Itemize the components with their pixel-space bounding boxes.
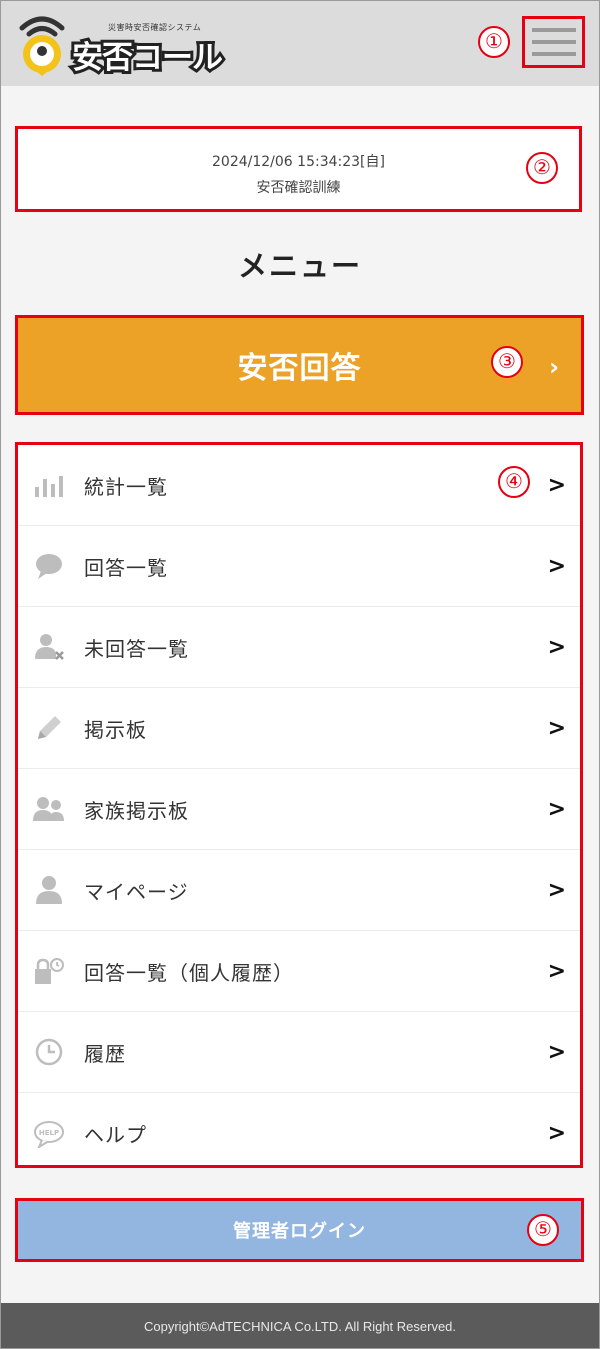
menu-item-help[interactable]: HELP ヘルプ > bbox=[18, 1093, 580, 1174]
speech-bubble-icon bbox=[33, 550, 65, 582]
clock-icon bbox=[33, 1036, 65, 1068]
user-cross-icon bbox=[33, 631, 65, 663]
menu-item-label: マイページ bbox=[84, 879, 189, 904]
menu-item-unanswered[interactable]: 未回答一覧 > bbox=[18, 607, 580, 688]
menu-item-label: 回答一覧 bbox=[84, 555, 168, 580]
callout-4: ④ bbox=[498, 466, 530, 498]
menu-item-mypage[interactable]: マイページ > bbox=[18, 850, 580, 931]
user-icon bbox=[33, 874, 65, 906]
menu-item-label: ヘルプ bbox=[84, 1123, 147, 1147]
menu-item-label: 掲示板 bbox=[84, 717, 147, 742]
menu-item-bulletin-board[interactable]: 掲示板 > bbox=[18, 688, 580, 769]
menu-item-label: 回答一覧（個人履歴） bbox=[84, 960, 294, 985]
admin-login-label: 管理者ログイン bbox=[233, 1221, 366, 1242]
chevron-right-icon: > bbox=[547, 1121, 566, 1146]
page-footer: Copyright©AdTECHNICA Co.LTD. All Right R… bbox=[0, 1303, 600, 1349]
menu-item-label: 統計一覧 bbox=[84, 474, 168, 499]
logo-text: 安否コール bbox=[69, 37, 226, 79]
hamburger-menu-button[interactable] bbox=[522, 16, 585, 68]
hamburger-icon-bar bbox=[531, 40, 576, 44]
admin-login-button[interactable]: 管理者ログイン bbox=[15, 1198, 584, 1262]
chevron-right-icon: > bbox=[547, 715, 566, 741]
menu-item-family-board[interactable]: 家族掲示板 > bbox=[18, 769, 580, 850]
copyright-text: Copyright©AdTECHNICA Co.LTD. All Right R… bbox=[143, 1318, 457, 1334]
page-title: メニュー bbox=[237, 249, 362, 283]
app-logo[interactable]: 災害時安否確認システム 安否コール bbox=[14, 12, 244, 79]
menu-item-label: 未回答一覧 bbox=[84, 636, 189, 661]
chevron-right-icon: > bbox=[547, 634, 566, 660]
chevron-right-icon: > bbox=[547, 877, 566, 903]
hamburger-icon-bar bbox=[531, 52, 576, 56]
notice-box: 2024/12/06 15:34:23[自] 安否確認訓練 bbox=[15, 126, 582, 212]
svg-text:HELP: HELP bbox=[39, 1129, 59, 1137]
callout-1: ① bbox=[478, 26, 510, 58]
chevron-right-icon: > bbox=[547, 553, 566, 579]
menu-item-statistics[interactable]: 統計一覧 > bbox=[18, 445, 580, 526]
menu-item-answers[interactable]: 回答一覧 > bbox=[18, 526, 580, 607]
menu-item-label: 家族掲示板 bbox=[84, 798, 189, 823]
help-bubble-icon: HELP bbox=[33, 1118, 65, 1150]
signal-pin-icon bbox=[19, 16, 65, 76]
hamburger-icon-bar bbox=[531, 28, 576, 32]
menu-list: 統計一覧 > 回答一覧 > 未回答一覧 > 掲示板 > 家族掲示板 > マイペー bbox=[15, 442, 583, 1168]
chevron-right-icon: > bbox=[547, 1039, 566, 1065]
safety-answer-label: 安否回答 bbox=[237, 351, 362, 386]
family-icon bbox=[33, 793, 65, 825]
chevron-right-icon: › bbox=[549, 353, 559, 381]
app-header: 災害時安否確認システム 安否コール ① bbox=[0, 0, 600, 86]
callout-3: ③ bbox=[491, 346, 523, 378]
callout-2: ② bbox=[526, 152, 558, 184]
menu-item-personal-history[interactable]: 回答一覧（個人履歴） > bbox=[18, 931, 580, 1012]
lock-history-icon bbox=[33, 955, 65, 987]
bar-chart-icon bbox=[33, 469, 65, 501]
chevron-right-icon: > bbox=[547, 958, 566, 984]
notice-datetime: 2024/12/06 15:34:23[自] bbox=[212, 154, 385, 170]
chevron-right-icon: > bbox=[547, 472, 566, 498]
pencil-icon bbox=[33, 712, 65, 744]
chevron-right-icon: > bbox=[547, 796, 566, 822]
menu-item-history[interactable]: 履歴 > bbox=[18, 1012, 580, 1093]
callout-5: ⑤ bbox=[527, 1214, 559, 1246]
menu-item-label: 履歴 bbox=[84, 1041, 126, 1066]
notice-label: 安否確認訓練 bbox=[256, 180, 341, 196]
